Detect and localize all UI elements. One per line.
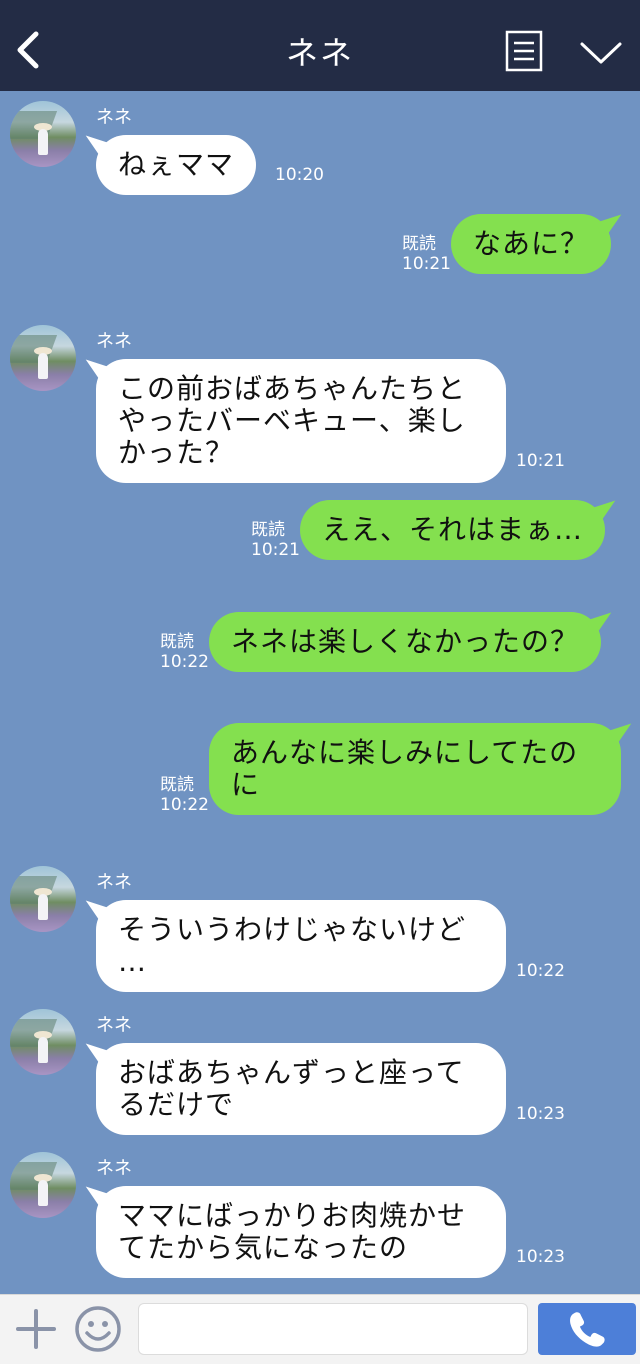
message-time: 10:22 — [160, 795, 209, 815]
call-button[interactable] — [538, 1303, 636, 1355]
message-bubble-incoming[interactable]: この前おばあちゃんたちと やったバーベキュー、楽し かった？ — [96, 359, 506, 483]
avatar[interactable] — [10, 1152, 76, 1218]
message-time: 10:22 — [516, 961, 565, 981]
message-bubble-incoming[interactable]: そういうわけじゃないけど … — [96, 900, 506, 992]
message-bubble-outgoing[interactable]: ええ、それはまぁ… — [300, 500, 606, 560]
avatar[interactable] — [10, 101, 76, 167]
message-bubble-incoming[interactable]: ねぇママ — [96, 135, 257, 195]
message-time: 10:20 — [275, 165, 324, 185]
collapse-button[interactable] — [578, 38, 624, 68]
menu-icon — [505, 30, 543, 72]
input-bar — [0, 1294, 640, 1364]
message-bubble-outgoing[interactable]: あんなに楽しみにしてたの に — [209, 723, 621, 815]
chevron-down-icon — [580, 42, 622, 64]
message-time: 10:21 — [402, 254, 451, 274]
chat-header: ネネ — [0, 0, 640, 91]
phone-icon — [570, 1312, 605, 1347]
message-read-receipt: 既読 — [402, 234, 436, 254]
message-time: 10:21 — [251, 540, 300, 560]
plus-icon — [16, 1309, 56, 1349]
message-time: 10:21 — [516, 451, 565, 471]
sender-name: ネネ — [96, 872, 132, 893]
sender-name: ネネ — [96, 107, 132, 128]
message-time: 10:23 — [516, 1247, 565, 1267]
avatar[interactable] — [10, 866, 76, 932]
message-bubble-outgoing[interactable]: なあに？ — [451, 214, 612, 274]
message-bubble-incoming[interactable]: ママにばっかりお肉焼かせ てたから気になったの — [96, 1186, 506, 1278]
add-button[interactable] — [14, 1305, 58, 1353]
message-read-receipt: 既読 — [160, 632, 194, 652]
sender-name: ネネ — [96, 331, 132, 352]
emoji-button[interactable] — [74, 1305, 122, 1353]
message-read-receipt: 既読 — [160, 775, 194, 795]
message-read-receipt: 既読 — [251, 520, 285, 540]
message-time: 10:23 — [516, 1104, 565, 1124]
message-bubble-outgoing[interactable]: ネネは楽しくなかったの？ — [209, 612, 602, 672]
chat-area[interactable]: ネネ ねぇママ 10:20 既読 10:21 なあに？ ネネ この前おばあちゃん… — [0, 91, 640, 1294]
menu-button[interactable] — [505, 30, 543, 72]
avatar[interactable] — [10, 1009, 76, 1075]
message-input[interactable] — [138, 1303, 528, 1355]
sender-name: ネネ — [96, 1015, 132, 1036]
smiley-icon — [75, 1306, 121, 1352]
message-bubble-incoming[interactable]: おばあちゃんずっと座って るだけで — [96, 1043, 506, 1135]
avatar[interactable] — [10, 325, 76, 391]
sender-name: ネネ — [96, 1158, 132, 1179]
message-time: 10:22 — [160, 652, 209, 672]
chat-title: ネネ — [285, 34, 354, 72]
